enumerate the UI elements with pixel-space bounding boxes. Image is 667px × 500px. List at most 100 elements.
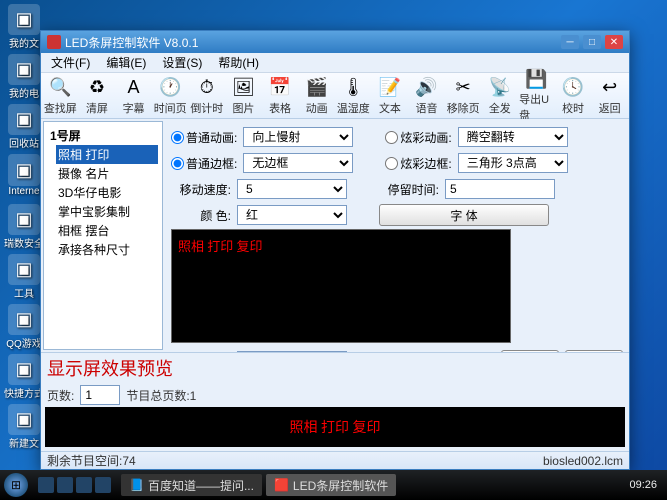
menu-item[interactable]: 设置(S) [156, 52, 208, 73]
desktop-icon[interactable]: ▣我的文 [4, 4, 44, 50]
maximize-button[interactable]: □ [583, 35, 601, 49]
total-pages-label: 节目总页数:1 [126, 387, 196, 404]
toolbar-文本[interactable]: 📝文本 [373, 75, 408, 117]
字幕-icon: A [122, 75, 146, 99]
speed-select[interactable]: 5 [237, 179, 347, 199]
taskbar-item[interactable]: 📘百度知道——提问... [121, 474, 262, 496]
ql-icon[interactable] [38, 477, 54, 493]
status-right: biosled002.lcm [543, 454, 623, 468]
anim-cool-select[interactable]: 腾空翻转 [458, 127, 568, 147]
taskbar-items: 📘百度知道——提问...🟥LED条屏控制软件 [121, 474, 396, 496]
toolbar-返回[interactable]: ↩返回 [592, 75, 627, 117]
tree-root[interactable]: 1号屏 [48, 126, 158, 145]
desktop-icon-label: 回收站 [9, 135, 39, 150]
desktop-icon-label: Interne [8, 186, 39, 197]
ql-icon[interactable] [57, 477, 73, 493]
toolbar-校时[interactable]: 🕓校时 [556, 75, 591, 117]
tree-items: 照相 打印摄像 名片3D华仔电影掌中宝影集制相框 摆台承接各种尺寸 [48, 145, 158, 259]
anim-cool-label: 炫彩动画: [400, 129, 451, 146]
anim-cool-radio[interactable] [385, 131, 398, 144]
app-window: LED条屏控制软件 V8.0.1 ─ □ ✕ 文件(F)编辑(E)设置(S)帮助… [40, 30, 630, 470]
menu-item[interactable]: 帮助(H) [212, 52, 265, 73]
desktop-icon[interactable]: ▣QQ游戏 [4, 304, 44, 350]
toolbar-label: 字幕 [123, 100, 145, 116]
tree-item[interactable]: 3D华仔电影 [56, 183, 158, 202]
menu-item[interactable]: 编辑(E) [100, 52, 152, 73]
clock[interactable]: 09:26 [623, 479, 663, 491]
taskbar-item-label: 百度知道——提问... [148, 477, 254, 494]
pages-label: 页数: [47, 387, 74, 404]
toolbar-label: 倒计时 [190, 100, 223, 116]
toolbar: 🔍查找屏♻清屏A字幕🕐时间页⏱倒计时🖼图片📅表格🎬动画🌡温湿度📝文本🔊语音✂移除… [41, 73, 629, 119]
stay-input[interactable] [445, 179, 555, 199]
font-button[interactable]: 字 体 [379, 204, 549, 226]
ql-icon[interactable] [95, 477, 111, 493]
温湿度-icon: 🌡 [341, 75, 365, 99]
menu-item[interactable]: 文件(F) [45, 52, 96, 73]
toolbar-label: 动画 [306, 100, 328, 116]
pages-input[interactable] [80, 385, 120, 405]
toolbar-图片[interactable]: 🖼图片 [226, 75, 261, 117]
toolbar-温湿度[interactable]: 🌡温湿度 [336, 75, 371, 117]
tree-item[interactable]: 照相 打印 [56, 145, 158, 164]
window-title: LED条屏控制软件 V8.0.1 [65, 34, 561, 51]
desktop-icon-label: 新建文 [9, 435, 39, 450]
tree-item[interactable]: 承接各种尺寸 [56, 240, 158, 259]
toolbar-倒计时[interactable]: ⏱倒计时 [190, 75, 225, 117]
desktop-icon-image: ▣ [8, 154, 40, 186]
color-select[interactable]: 红 [237, 205, 347, 225]
desktop-icon-image: ▣ [8, 254, 40, 285]
toolbar-查找屏[interactable]: 🔍查找屏 [43, 75, 78, 117]
tree-item[interactable]: 掌中宝影集制 [56, 202, 158, 221]
desktop-icon[interactable]: ▣我的电 [4, 54, 44, 100]
toolbar-清屏[interactable]: ♻清屏 [80, 75, 115, 117]
desktop-icon[interactable]: ▣新建文 [4, 404, 44, 450]
toolbar-时间页[interactable]: 🕐时间页 [153, 75, 188, 117]
移除页-icon: ✂ [451, 75, 475, 99]
close-button[interactable]: ✕ [605, 35, 623, 49]
border-cool-radio[interactable] [385, 157, 398, 170]
taskbar-item[interactable]: 🟥LED条屏控制软件 [266, 474, 396, 496]
titlebar: LED条屏控制软件 V8.0.1 ─ □ ✕ [41, 31, 629, 53]
stay-label: 停留时间: [379, 181, 439, 198]
anim-normal-select[interactable]: 向上慢射 [243, 127, 353, 147]
toolbar-导出U盘[interactable]: 💾导出U盘 [519, 75, 554, 117]
动画-icon: 🎬 [305, 75, 329, 99]
desktop-icon-image: ▣ [8, 204, 40, 235]
color-label: 颜 色: [171, 207, 231, 224]
desktop-icon[interactable]: ▣Interne [4, 154, 44, 200]
toolbar-label: 表格 [269, 100, 291, 116]
border-normal-select[interactable]: 无边框 [243, 153, 353, 173]
文本-icon: 📝 [378, 75, 402, 99]
desktop-icon[interactable]: ▣工具 [4, 254, 44, 300]
desktop-icon[interactable]: ▣回收站 [4, 104, 44, 150]
ql-icon[interactable] [76, 477, 92, 493]
语音-icon: 🔊 [415, 75, 439, 99]
toolbar-全发[interactable]: 📡全发 [483, 75, 518, 117]
tree-item[interactable]: 相框 摆台 [56, 221, 158, 240]
toolbar-表格[interactable]: 📅表格 [263, 75, 298, 117]
anim-normal-radio[interactable] [171, 131, 184, 144]
toolbar-语音[interactable]: 🔊语音 [409, 75, 444, 117]
border-cool-select[interactable]: 三角形 3点高 [458, 153, 568, 173]
text-preview: 照相 打印 复印 [171, 229, 511, 343]
minimize-button[interactable]: ─ [561, 35, 579, 49]
toolbar-移除页[interactable]: ✂移除页 [446, 75, 481, 117]
desktop-icon-label: 工具 [14, 285, 34, 300]
border-cool-label: 炫彩边框: [400, 155, 451, 172]
toolbar-label: 清屏 [86, 100, 108, 116]
anim-normal-label: 普通动画: [186, 129, 237, 146]
desktop-icon-label: 我的文 [9, 35, 39, 50]
desktop-icon-image: ▣ [8, 404, 40, 435]
desktop-icon[interactable]: ▣瑞数安全 [4, 204, 44, 250]
表格-icon: 📅 [268, 75, 292, 99]
tree-item[interactable]: 摄像 名片 [56, 164, 158, 183]
start-button[interactable]: ⊞ [4, 473, 28, 497]
desktop-icon-label: 快捷方式 [4, 385, 44, 400]
toolbar-label: 语音 [416, 100, 438, 116]
toolbar-字幕[interactable]: A字幕 [116, 75, 151, 117]
toolbar-动画[interactable]: 🎬动画 [299, 75, 334, 117]
border-normal-radio[interactable] [171, 157, 184, 170]
查找屏-icon: 🔍 [48, 75, 72, 99]
desktop-icon[interactable]: ▣快捷方式 [4, 354, 44, 400]
